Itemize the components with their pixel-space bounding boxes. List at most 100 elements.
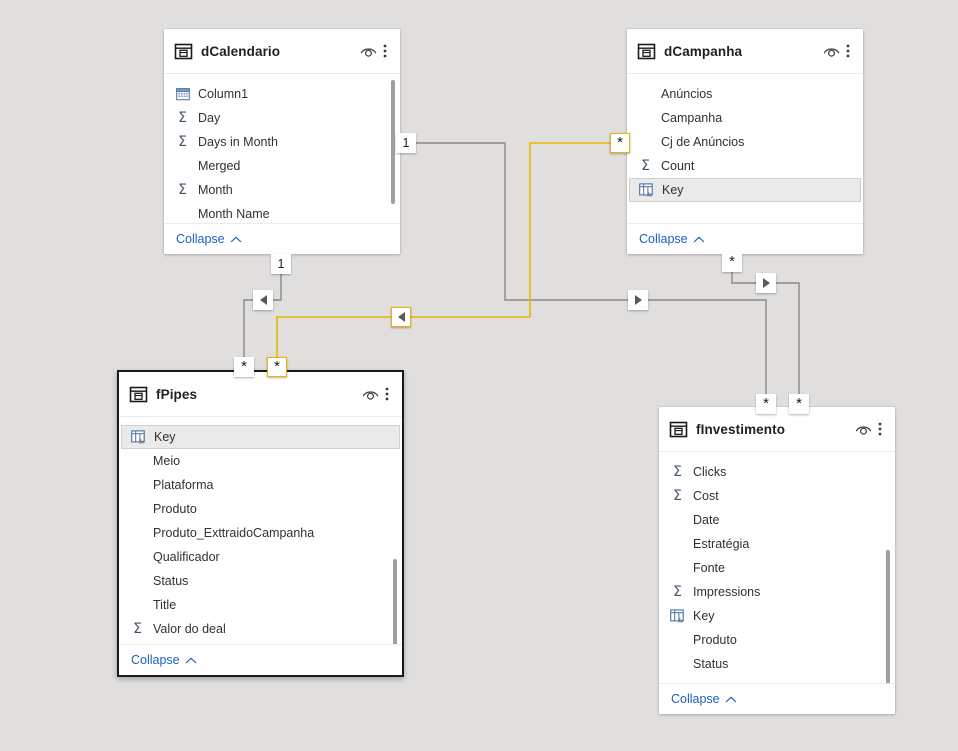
- table-title: dCampanha: [664, 43, 743, 59]
- svg-text:fx: fx: [678, 617, 683, 623]
- field-row[interactable]: Σ Days in Month: [164, 130, 400, 154]
- field-row-selected[interactable]: fx Key: [121, 425, 400, 449]
- badge-symbol: *: [617, 133, 623, 151]
- more-options-icon[interactable]: [380, 384, 394, 404]
- field-row[interactable]: Cj de Anúncios: [627, 130, 863, 154]
- more-options-icon[interactable]: [873, 419, 887, 439]
- cardinality-badge-many[interactable]: *: [234, 357, 254, 377]
- cross-filter-arrow-left-highlighted[interactable]: [391, 307, 411, 327]
- field-row[interactable]: Produto: [659, 628, 895, 652]
- no-icon: [129, 477, 146, 494]
- cardinality-badge-one[interactable]: 1: [271, 254, 291, 274]
- eye-icon[interactable]: [853, 419, 873, 439]
- field-label: Anúncios: [661, 87, 713, 101]
- cross-filter-arrow-right[interactable]: [628, 290, 648, 310]
- field-row[interactable]: Σ Clicks: [659, 460, 895, 484]
- field-row[interactable]: Σ Cost: [659, 484, 895, 508]
- table-card-finvestimento[interactable]: fInvestimento Σ Clicks Σ Cost Date Estra…: [659, 407, 895, 714]
- cardinality-badge-many-highlighted[interactable]: *: [267, 357, 287, 377]
- field-row[interactable]: Σ Valor do deal: [119, 617, 402, 641]
- sigma-icon: Σ: [133, 621, 142, 637]
- arrow-left-icon: [259, 295, 267, 305]
- more-options-icon[interactable]: [378, 41, 392, 61]
- collapse-button-dcalendario[interactable]: Collapse: [176, 232, 242, 246]
- no-icon: [129, 501, 146, 518]
- field-label: Produto: [693, 633, 737, 647]
- table-card-fpipes[interactable]: fPipes fx Key Meio Plataforma Produto Pr…: [117, 370, 404, 677]
- model-view-canvas[interactable]: dCalendario Column1 Σ Day Σ Days in Mont…: [0, 0, 958, 751]
- arrow-right-icon: [634, 295, 642, 305]
- table-header-dcampanha[interactable]: dCampanha: [627, 29, 863, 74]
- field-row[interactable]: Column1: [164, 82, 400, 106]
- eye-icon[interactable]: [358, 41, 378, 61]
- field-label: Count: [661, 159, 695, 173]
- table-fields-dcalendario[interactable]: Column1 Σ Day Σ Days in Month Merged Σ M…: [164, 74, 400, 223]
- collapse-button-fpipes[interactable]: Collapse: [131, 653, 197, 667]
- vertical-scrollbar[interactable]: [393, 559, 397, 644]
- field-row[interactable]: Σ Count: [627, 154, 863, 178]
- table-title: dCalendario: [201, 43, 281, 59]
- field-row[interactable]: Merged: [164, 154, 400, 178]
- collapse-button-finvestimento[interactable]: Collapse: [671, 692, 737, 706]
- field-row[interactable]: Status: [659, 652, 895, 676]
- field-row-selected[interactable]: fx Key: [629, 178, 861, 202]
- badge-symbol: *: [763, 394, 769, 412]
- vertical-scrollbar[interactable]: [886, 550, 890, 683]
- field-label: Campanha: [661, 111, 723, 125]
- field-row[interactable]: Month Name: [164, 202, 400, 223]
- cardinality-badge-many[interactable]: *: [722, 252, 742, 272]
- badge-symbol: 1: [402, 136, 410, 150]
- field-row[interactable]: Qualificador: [119, 545, 402, 569]
- field-row[interactable]: Meio: [119, 449, 402, 473]
- eye-icon[interactable]: [360, 384, 380, 404]
- no-icon: [174, 158, 191, 175]
- field-label: Date: [693, 513, 720, 527]
- field-row[interactable]: Σ Impressions: [659, 580, 895, 604]
- cardinality-badge-many-highlighted[interactable]: *: [610, 133, 630, 153]
- field-row[interactable]: Σ Day: [164, 106, 400, 130]
- table-title: fPipes: [156, 386, 198, 402]
- table-header-finvestimento[interactable]: fInvestimento: [659, 407, 895, 452]
- field-label: Month Name: [198, 207, 270, 221]
- field-label: Meio: [153, 454, 181, 468]
- field-row[interactable]: Status: [119, 569, 402, 593]
- cardinality-badge-many[interactable]: *: [789, 394, 809, 414]
- no-icon: [129, 525, 146, 542]
- sigma-icon: Σ: [178, 182, 187, 198]
- table-card-dcampanha[interactable]: dCampanha Anúncios Campanha Cj de Anúnci…: [627, 29, 863, 254]
- cardinality-badge-many[interactable]: *: [756, 394, 776, 414]
- field-row[interactable]: Anúncios: [627, 82, 863, 106]
- table-footer-fpipes: Collapse: [119, 644, 402, 675]
- field-row[interactable]: Title: [119, 593, 402, 617]
- field-label: Cj de Anúncios: [661, 135, 745, 149]
- table-card-dcalendario[interactable]: dCalendario Column1 Σ Day Σ Days in Mont…: [164, 29, 400, 254]
- field-row[interactable]: Σ Month: [164, 178, 400, 202]
- field-row[interactable]: Campanha: [627, 106, 863, 130]
- field-label: Produto: [153, 502, 197, 516]
- eye-icon[interactable]: [821, 41, 841, 61]
- collapse-button-dcampanha[interactable]: Collapse: [639, 232, 705, 246]
- field-label: Valor do deal: [153, 622, 226, 636]
- field-row[interactable]: Fonte: [659, 556, 895, 580]
- cross-filter-arrow-left[interactable]: [253, 290, 273, 310]
- no-icon: [669, 512, 686, 529]
- table-header-fpipes[interactable]: fPipes: [119, 372, 402, 417]
- table-header-dcalendario[interactable]: dCalendario: [164, 29, 400, 74]
- field-row[interactable]: Date: [659, 508, 895, 532]
- vertical-scrollbar[interactable]: [391, 80, 395, 204]
- table-fields-fpipes[interactable]: fx Key Meio Plataforma Produto Produto_E…: [119, 417, 402, 644]
- cross-filter-arrow-right[interactable]: [756, 273, 776, 293]
- field-row[interactable]: Estratégia: [659, 532, 895, 556]
- field-row[interactable]: Plataforma: [119, 473, 402, 497]
- no-icon: [129, 597, 146, 614]
- cardinality-badge-one[interactable]: 1: [396, 133, 416, 153]
- table-fields-dcampanha[interactable]: Anúncios Campanha Cj de Anúncios Σ Count: [627, 74, 863, 223]
- table-fields-finvestimento[interactable]: Σ Clicks Σ Cost Date Estratégia Fonte Σ: [659, 452, 895, 683]
- field-row[interactable]: Produto_ExttraidoCampanha: [119, 521, 402, 545]
- field-label: Day: [198, 111, 221, 125]
- field-row[interactable]: fx Key: [659, 604, 895, 628]
- calc-column-icon: fx: [638, 182, 655, 199]
- more-options-icon[interactable]: [841, 41, 855, 61]
- table-footer-dcampanha: Collapse: [627, 223, 863, 254]
- field-row[interactable]: Produto: [119, 497, 402, 521]
